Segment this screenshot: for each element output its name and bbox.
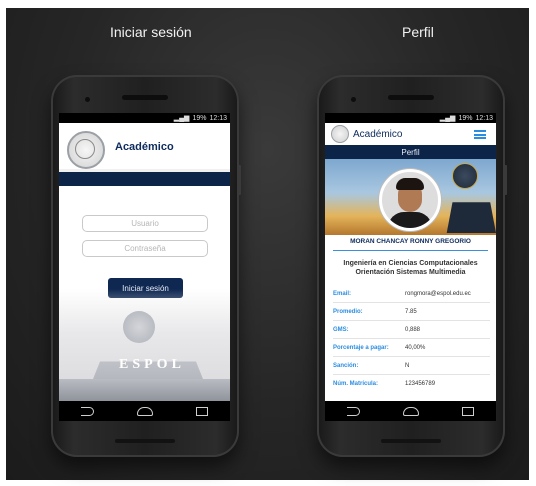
info-value: rongmora@espol.edu.ec — [405, 291, 471, 297]
android-nav-bar — [325, 401, 496, 421]
info-row-gms: GMS: 0,888 — [333, 324, 490, 336]
espol-globe-emblem — [123, 311, 155, 343]
recent-apps-icon[interactable] — [462, 406, 475, 416]
espol-seal-logo — [331, 125, 349, 143]
career-line-1: Ingeniería en Ciencias Computacionales — [343, 260, 478, 267]
bottom-speaker — [381, 439, 441, 443]
info-value: N — [405, 363, 410, 369]
recent-apps-icon[interactable] — [196, 406, 209, 416]
back-icon[interactable] — [346, 406, 360, 416]
info-row-matricula: Núm. Matrícula: 123456789 — [333, 378, 490, 390]
info-label: GMS: — [333, 327, 349, 333]
cover-building — [446, 202, 496, 233]
espol-emblem — [452, 163, 478, 189]
status-bar: ▂▄▆ 19% 12:13 — [59, 113, 230, 123]
app-title: Académico — [353, 128, 403, 140]
profile-caption: Perfil — [402, 24, 434, 40]
info-label: Sanción: — [333, 363, 359, 369]
username-placeholder: Usuario — [131, 219, 159, 228]
info-value: 40,00% — [405, 345, 426, 351]
volume-button — [238, 165, 241, 195]
info-label: Porcentaje a pagar: — [333, 345, 389, 351]
battery-level: 19% — [458, 114, 473, 122]
phone-profile: ▂▄▆ 19% 12:13 Académico Perfil MORAN CHA… — [317, 75, 507, 457]
section-title: Perfil — [325, 145, 496, 159]
info-row-promedio: Promedio: 7.85 — [333, 306, 490, 318]
home-icon[interactable] — [136, 406, 153, 416]
home-icon[interactable] — [402, 406, 419, 416]
signal-icon: ▂▄▆ — [173, 115, 190, 122]
password-field[interactable]: Contraseña — [82, 240, 208, 257]
signal-icon: ▂▄▆ — [439, 115, 456, 122]
front-camera — [351, 97, 356, 102]
phone-login: ▂▄▆ 19% 12:13 Académico Usuario Contrase… — [51, 75, 241, 457]
profile-header: Académico — [325, 123, 496, 145]
building-base — [59, 379, 230, 401]
info-row-sancion: Sanción: N — [333, 360, 490, 372]
info-label: Núm. Matrícula: — [333, 381, 379, 387]
header-band — [59, 172, 230, 186]
clock: 12:13 — [209, 114, 227, 122]
profile-screen: ▂▄▆ 19% 12:13 Académico Perfil MORAN CHA… — [325, 113, 496, 421]
info-row-porcentaje: Porcentaje a pagar: 40,00% — [333, 342, 490, 354]
hamburger-menu-icon[interactable] — [474, 130, 486, 139]
clock: 12:13 — [475, 114, 493, 122]
earpiece-speaker — [388, 95, 434, 100]
info-row-email: Email: rongmora@espol.edu.ec — [333, 288, 490, 300]
info-value: 123456789 — [405, 381, 436, 387]
avatar — [379, 169, 441, 231]
info-value: 7.85 — [405, 309, 417, 315]
battery-level: 19% — [192, 114, 207, 122]
login-header: Académico — [59, 123, 230, 172]
name-divider — [333, 250, 488, 251]
password-placeholder: Contraseña — [124, 244, 166, 253]
back-icon[interactable] — [80, 406, 94, 416]
student-name: MORAN CHANCAY RONNY GREGORIO — [350, 238, 471, 245]
career-info: Ingeniería en Ciencias Computacionales O… — [325, 259, 496, 277]
info-value: 0,888 — [405, 327, 421, 333]
info-label: Promedio: — [333, 309, 363, 315]
android-nav-bar — [59, 401, 230, 421]
info-label: Email: — [333, 291, 352, 297]
showcase-background: Iniciar sesión Perfil ▂▄▆ 19% 12:13 Acad… — [6, 8, 529, 480]
app-title: Académico — [115, 141, 174, 153]
volume-button — [504, 165, 507, 195]
front-camera — [85, 97, 90, 102]
espol-wordmark: ESPOL — [119, 357, 185, 372]
username-field[interactable]: Usuario — [82, 215, 208, 232]
login-screen: ▂▄▆ 19% 12:13 Académico Usuario Contrase… — [59, 113, 230, 421]
earpiece-speaker — [122, 95, 168, 100]
career-line-2: Orientación Sistemas Multimedia — [355, 269, 466, 276]
espol-seal-logo — [67, 131, 105, 169]
status-bar: ▂▄▆ 19% 12:13 — [325, 113, 496, 123]
login-caption: Iniciar sesión — [110, 24, 192, 40]
bottom-speaker — [115, 439, 175, 443]
